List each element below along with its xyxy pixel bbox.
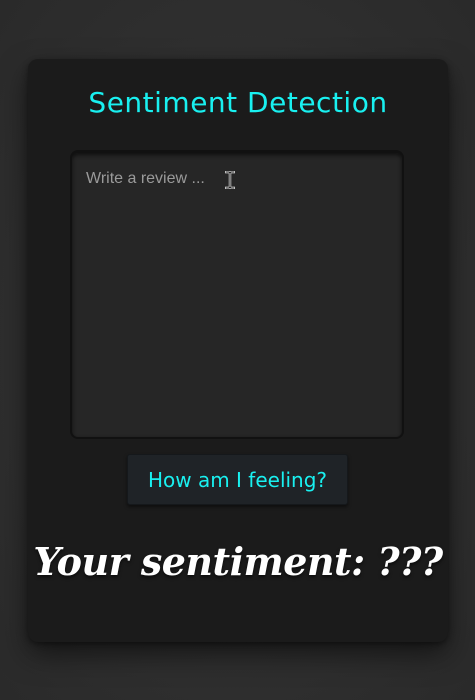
app-title: Sentiment Detection xyxy=(88,86,388,119)
sentiment-card: Sentiment Detection How am I feeling? Yo… xyxy=(28,59,448,642)
review-input[interactable] xyxy=(72,153,402,437)
review-box xyxy=(70,150,404,439)
how-am-i-feeling-button[interactable]: How am I feeling? xyxy=(127,454,348,505)
sentiment-result: Your sentiment: ??? xyxy=(33,539,443,584)
